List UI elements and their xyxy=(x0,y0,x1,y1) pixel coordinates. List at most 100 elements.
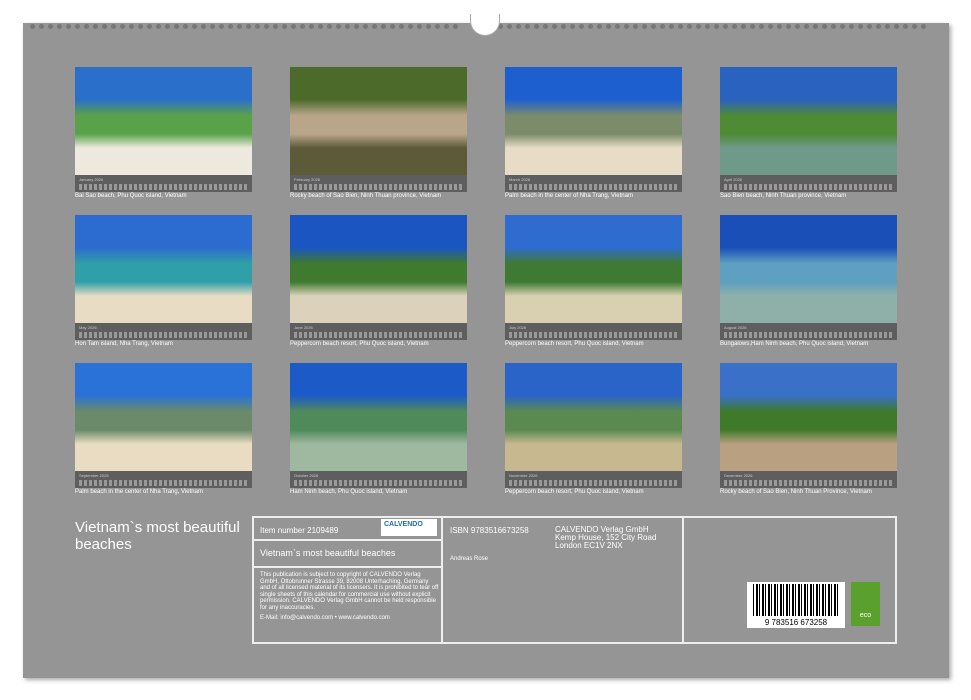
beach-photo xyxy=(75,215,252,323)
photo-caption: Palm beach in the center of Nha Trang, V… xyxy=(75,489,252,495)
binding-hole xyxy=(543,24,548,29)
binding-hole xyxy=(426,24,431,29)
month-calendar-strip: March 2026 xyxy=(505,175,682,192)
binding-hole xyxy=(183,24,188,29)
days-grid xyxy=(294,184,463,190)
eco-icon: eco xyxy=(851,582,880,626)
beach-photo xyxy=(75,67,252,175)
month-label: August 2026 xyxy=(724,325,893,330)
author: Andreas Rose xyxy=(450,556,488,562)
days-grid xyxy=(724,332,893,338)
publisher-address: CALVENDO Verlag GmbH Kemp House, 152 Cit… xyxy=(555,526,656,550)
binding-hole xyxy=(372,24,377,29)
month-tile: November 2026 Peppercorn beach resort, P… xyxy=(505,363,682,495)
binding-hole xyxy=(237,24,242,29)
binding-hole xyxy=(831,24,836,29)
month-tile: January 2026 Bai Sao beach, Phu Quoc isl… xyxy=(75,67,252,199)
binding-hole xyxy=(552,24,557,29)
binding-hole xyxy=(84,24,89,29)
binding-hole xyxy=(39,24,44,29)
binding-hole xyxy=(561,24,566,29)
binding-hole xyxy=(858,24,863,29)
binding-hole xyxy=(57,24,62,29)
binding-hole xyxy=(813,24,818,29)
binding-hole xyxy=(669,24,674,29)
binding-hole xyxy=(660,24,665,29)
binding-hole xyxy=(453,24,458,29)
beach-photo xyxy=(290,67,467,175)
binding-hole xyxy=(912,24,917,29)
binding-hole xyxy=(507,24,512,29)
binding-hole xyxy=(129,24,134,29)
binding-hole xyxy=(570,24,575,29)
binding-hole xyxy=(336,24,341,29)
binding-hole xyxy=(516,24,521,29)
binding-hole xyxy=(894,24,899,29)
month-label: March 2026 xyxy=(509,177,678,182)
binding-hole xyxy=(642,24,647,29)
month-label: January 2026 xyxy=(79,177,248,182)
month-tile: October 2026 Ham Ninh beach, Phu Quoc is… xyxy=(290,363,467,495)
binding-hole xyxy=(777,24,782,29)
month-label: April 2026 xyxy=(724,177,893,182)
month-calendar-strip: May 2026 xyxy=(75,323,252,340)
binding-hole xyxy=(606,24,611,29)
barcode-number: 9 783516 673258 xyxy=(747,618,845,627)
calendar-subtitle: Vietnam`s most beautiful beaches xyxy=(260,548,395,558)
divider xyxy=(682,516,684,644)
days-grid xyxy=(724,480,893,486)
binding-hole xyxy=(687,24,692,29)
month-tile: September 2026 Palm beach in the center … xyxy=(75,363,252,495)
days-grid xyxy=(79,480,248,486)
barcode-bars xyxy=(753,584,839,616)
binding-hole xyxy=(696,24,701,29)
binding-hole xyxy=(165,24,170,29)
binding-hole xyxy=(282,24,287,29)
photo-caption: Peppercorn beach resort, Phu Quoc island… xyxy=(290,341,467,347)
binding-hole xyxy=(138,24,143,29)
binding-hole xyxy=(318,24,323,29)
month-tile: February 2026 Rocky beach of Sao Bien, N… xyxy=(290,67,467,199)
binding-hole xyxy=(309,24,314,29)
photo-caption: Bungalows,Ham Ninh beach, Phu Quoc islan… xyxy=(720,341,897,347)
days-grid xyxy=(294,480,463,486)
binding-hole xyxy=(624,24,629,29)
month-label: September 2026 xyxy=(79,473,248,478)
days-grid xyxy=(724,184,893,190)
divider xyxy=(252,566,443,568)
days-grid xyxy=(79,184,248,190)
binding-hole xyxy=(750,24,755,29)
photo-caption: Palm beach in the center of Nha Trang, V… xyxy=(505,193,682,199)
binding-hole xyxy=(219,24,224,29)
month-label: October 2026 xyxy=(294,473,463,478)
legal-notice: This publication is subject to copyright… xyxy=(260,572,440,611)
binding-hole xyxy=(156,24,161,29)
month-calendar-strip: November 2026 xyxy=(505,471,682,488)
binding-hole xyxy=(840,24,845,29)
binding-hole xyxy=(354,24,359,29)
photo-caption: Rocky beach of Sao Bien, Ninh Thuan Prov… xyxy=(720,489,897,495)
binding-hole xyxy=(246,24,251,29)
month-tile: August 2026 Bungalows,Ham Ninh beach, Ph… xyxy=(720,215,897,347)
binding-hole xyxy=(273,24,278,29)
binding-hole xyxy=(201,24,206,29)
beach-photo xyxy=(290,215,467,323)
calendar-title: Vietnam`s most beautiful beaches xyxy=(75,519,245,553)
binding-hole xyxy=(822,24,827,29)
binding-hole xyxy=(255,24,260,29)
month-calendar-strip: July 2026 xyxy=(505,323,682,340)
beach-photo xyxy=(290,363,467,471)
beach-photo xyxy=(505,363,682,471)
binding-hole xyxy=(597,24,602,29)
binding-hole xyxy=(849,24,854,29)
month-tile: June 2026 Peppercorn beach resort, Phu Q… xyxy=(290,215,467,347)
binding-hole xyxy=(786,24,791,29)
month-tile: March 2026 Palm beach in the center of N… xyxy=(505,67,682,199)
binding-hole xyxy=(885,24,890,29)
month-label: November 2026 xyxy=(509,473,678,478)
month-calendar-strip: December 2026 xyxy=(720,471,897,488)
address-line: London EC1V 2NX xyxy=(555,542,656,550)
photo-caption: Ham Ninh beach, Phu Quoc island, Vietnam xyxy=(290,489,467,495)
month-calendar-strip: February 2026 xyxy=(290,175,467,192)
beach-photo xyxy=(75,363,252,471)
